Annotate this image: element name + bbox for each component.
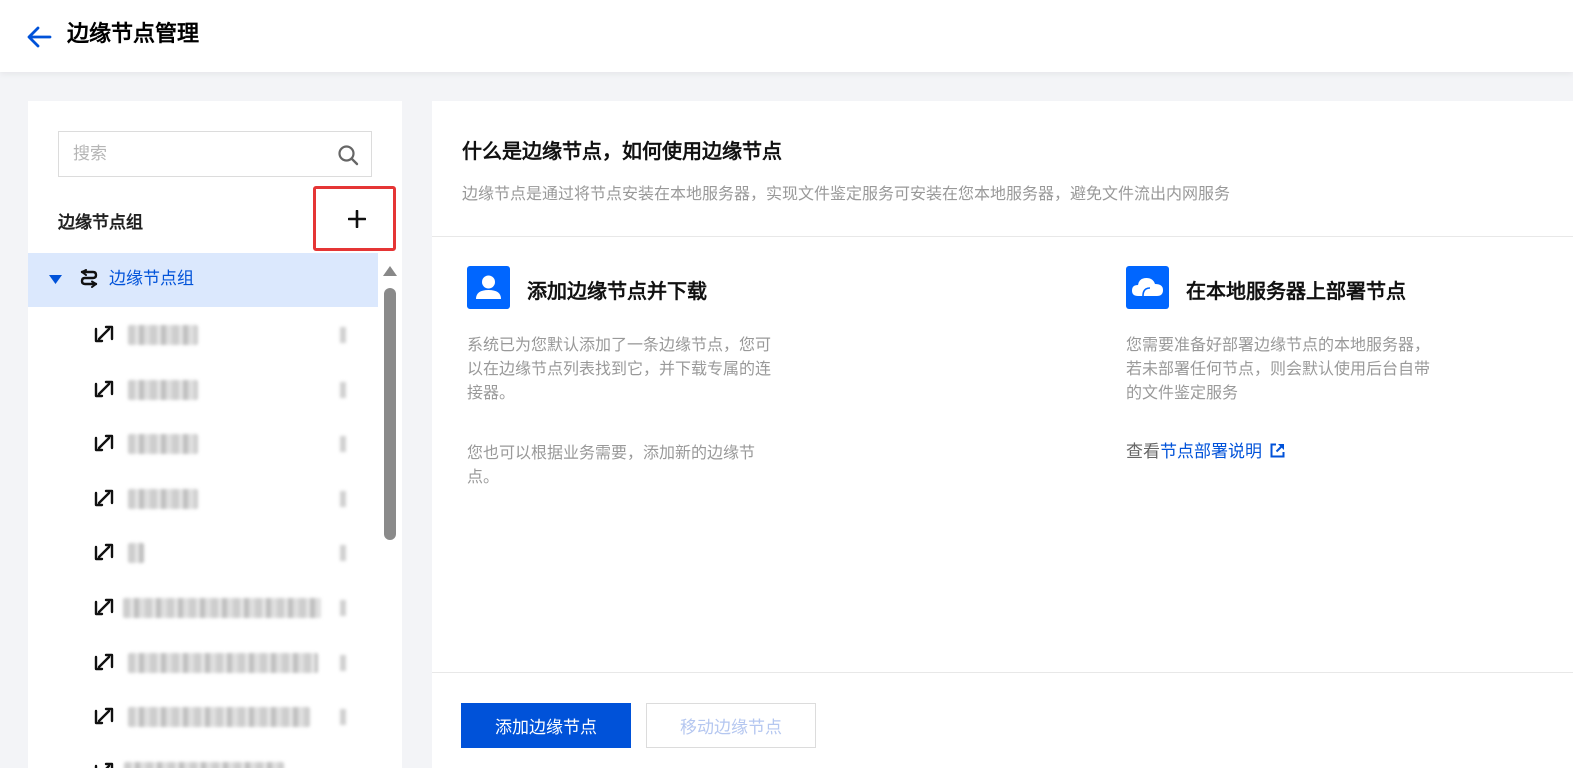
tree-item-node[interactable] bbox=[28, 689, 378, 744]
tree-root-node-group[interactable]: 边缘节点组 bbox=[28, 253, 378, 307]
external-link-icon[interactable] bbox=[1270, 443, 1285, 458]
main-panel: 什么是边缘节点，如何使用边缘节点 边缘节点是通过将节点安装在本地服务器，实现文件… bbox=[432, 101, 1573, 768]
edge-node-icon bbox=[94, 434, 114, 452]
node-meta-redacted bbox=[340, 436, 346, 453]
tree-item-node[interactable] bbox=[28, 635, 378, 690]
edge-node-icon bbox=[94, 762, 114, 768]
edge-node-icon bbox=[94, 380, 114, 397]
page-title: 边缘节点管理 bbox=[67, 22, 200, 47]
node-name-redacted bbox=[128, 652, 318, 673]
edge-node-icon bbox=[94, 544, 114, 561]
edge-node-icon bbox=[94, 653, 114, 670]
tree-root-label: 边缘节点组 bbox=[109, 269, 194, 289]
edge-node-icon bbox=[94, 325, 114, 343]
tree-item-node[interactable] bbox=[28, 362, 378, 417]
edge-node-icon bbox=[94, 598, 114, 616]
node-meta-redacted bbox=[340, 599, 346, 616]
add-node-card-text-2: 您也可以根据业务需要，添加新的边缘节点。 bbox=[467, 443, 756, 486]
divider bbox=[432, 672, 1573, 673]
node-meta-redacted bbox=[340, 327, 346, 343]
node-meta-redacted bbox=[340, 709, 346, 726]
deploy-doc-link[interactable]: 节点部署说明 bbox=[1160, 442, 1262, 462]
divider bbox=[432, 236, 1573, 237]
node-meta-redacted bbox=[340, 545, 346, 562]
plus-icon bbox=[348, 210, 366, 228]
caret-down-icon[interactable] bbox=[49, 275, 62, 284]
node-name-redacted bbox=[128, 379, 198, 400]
add-edge-node-button[interactable]: 添加边缘节点 bbox=[461, 703, 631, 748]
tree-item-node[interactable] bbox=[28, 580, 378, 635]
tree-item-node[interactable] bbox=[28, 307, 378, 362]
add-node-card-text: 系统已为您默认添加了一条边缘节点，您可以在边缘节点列表找到它，并下载专属的连接器… bbox=[467, 335, 772, 402]
deploy-node-card-text: 您需要准备好部署边缘节点的本地服务器，若未部署任何节点，则会默认使用后台自带的文… bbox=[1126, 335, 1431, 402]
page-header: 边缘节点管理 bbox=[0, 0, 1573, 72]
node-meta-redacted bbox=[340, 490, 346, 507]
tree-item-node[interactable] bbox=[28, 471, 378, 526]
add-node-group-button[interactable] bbox=[313, 186, 396, 251]
node-group-heading: 边缘节点组 bbox=[58, 213, 143, 233]
search-icon[interactable] bbox=[337, 144, 359, 166]
user-icon bbox=[467, 266, 510, 309]
edge-node-icon bbox=[94, 707, 114, 725]
search-box bbox=[58, 131, 372, 177]
tree-item-node[interactable] bbox=[28, 525, 378, 580]
node-meta-redacted bbox=[340, 654, 346, 671]
node-name-redacted bbox=[123, 597, 321, 618]
cloud-icon bbox=[1126, 266, 1169, 309]
node-meta-redacted bbox=[340, 381, 346, 398]
intro-description: 边缘节点是通过将节点安装在本地服务器，实现文件鉴定服务可安装在您本地服务器，避免… bbox=[462, 184, 1231, 203]
node-name-redacted bbox=[128, 543, 144, 564]
sidebar-scrollbar-thumb[interactable] bbox=[384, 288, 396, 540]
deploy-doc-line: 查看节点部署说明 bbox=[1126, 440, 1285, 464]
tree-item-node[interactable] bbox=[28, 744, 378, 768]
intro-title: 什么是边缘节点，如何使用边缘节点 bbox=[462, 139, 782, 163]
add-node-card-title: 添加边缘节点并下载 bbox=[527, 279, 707, 303]
back-arrow-icon[interactable] bbox=[26, 25, 52, 49]
node-name-redacted bbox=[128, 434, 198, 455]
node-group-sidebar: 边缘节点组 边缘节点组 bbox=[28, 101, 402, 768]
search-input[interactable] bbox=[59, 132, 329, 176]
deploy-node-card-title: 在本地服务器上部署节点 bbox=[1186, 279, 1406, 303]
move-edge-node-button[interactable]: 移动边缘节点 bbox=[646, 703, 816, 748]
node-name-redacted bbox=[128, 707, 310, 728]
node-name-redacted bbox=[128, 488, 198, 509]
node-tree: 边缘节点组 bbox=[28, 253, 378, 768]
node-group-icon bbox=[80, 269, 98, 288]
scroll-up-arrow-icon[interactable] bbox=[382, 264, 398, 278]
node-name-redacted bbox=[124, 761, 284, 768]
node-name-redacted bbox=[128, 325, 198, 345]
tree-item-node[interactable] bbox=[28, 416, 378, 471]
edge-node-icon bbox=[94, 489, 114, 506]
view-prefix: 查看 bbox=[1126, 442, 1160, 462]
